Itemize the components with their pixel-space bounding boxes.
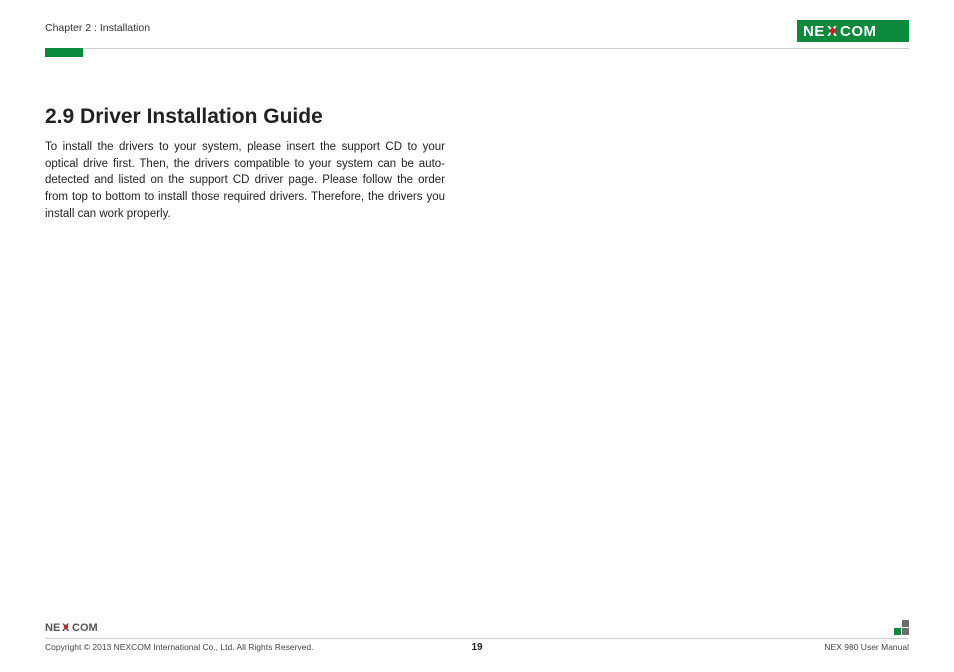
section-heading: 2.9 Driver Installation Guide: [45, 105, 445, 129]
chapter-label: Chapter 2 : Installation: [45, 20, 150, 34]
section-paragraph: To install the drivers to your system, p…: [45, 139, 445, 222]
page-header: Chapter 2 : Installation NE X COM: [45, 20, 909, 48]
svg-text:COM: COM: [840, 23, 877, 39]
brand-logo-bottom: NE X COM: [45, 621, 107, 633]
header-tab: [45, 48, 83, 57]
page-number: 19: [45, 642, 909, 653]
svg-text:NE: NE: [803, 23, 825, 39]
footer-squares-icon: [894, 620, 909, 635]
svg-text:COM: COM: [72, 622, 98, 633]
header-rule: [45, 48, 909, 49]
svg-text:NE: NE: [45, 622, 60, 633]
main-content: 2.9 Driver Installation Guide To install…: [45, 105, 445, 222]
page-footer: NE X COM Copyright © 2013 NEXCOM Interna…: [45, 618, 909, 652]
footer-rule: [45, 638, 909, 639]
brand-logo-top: NE X COM: [797, 20, 909, 42]
